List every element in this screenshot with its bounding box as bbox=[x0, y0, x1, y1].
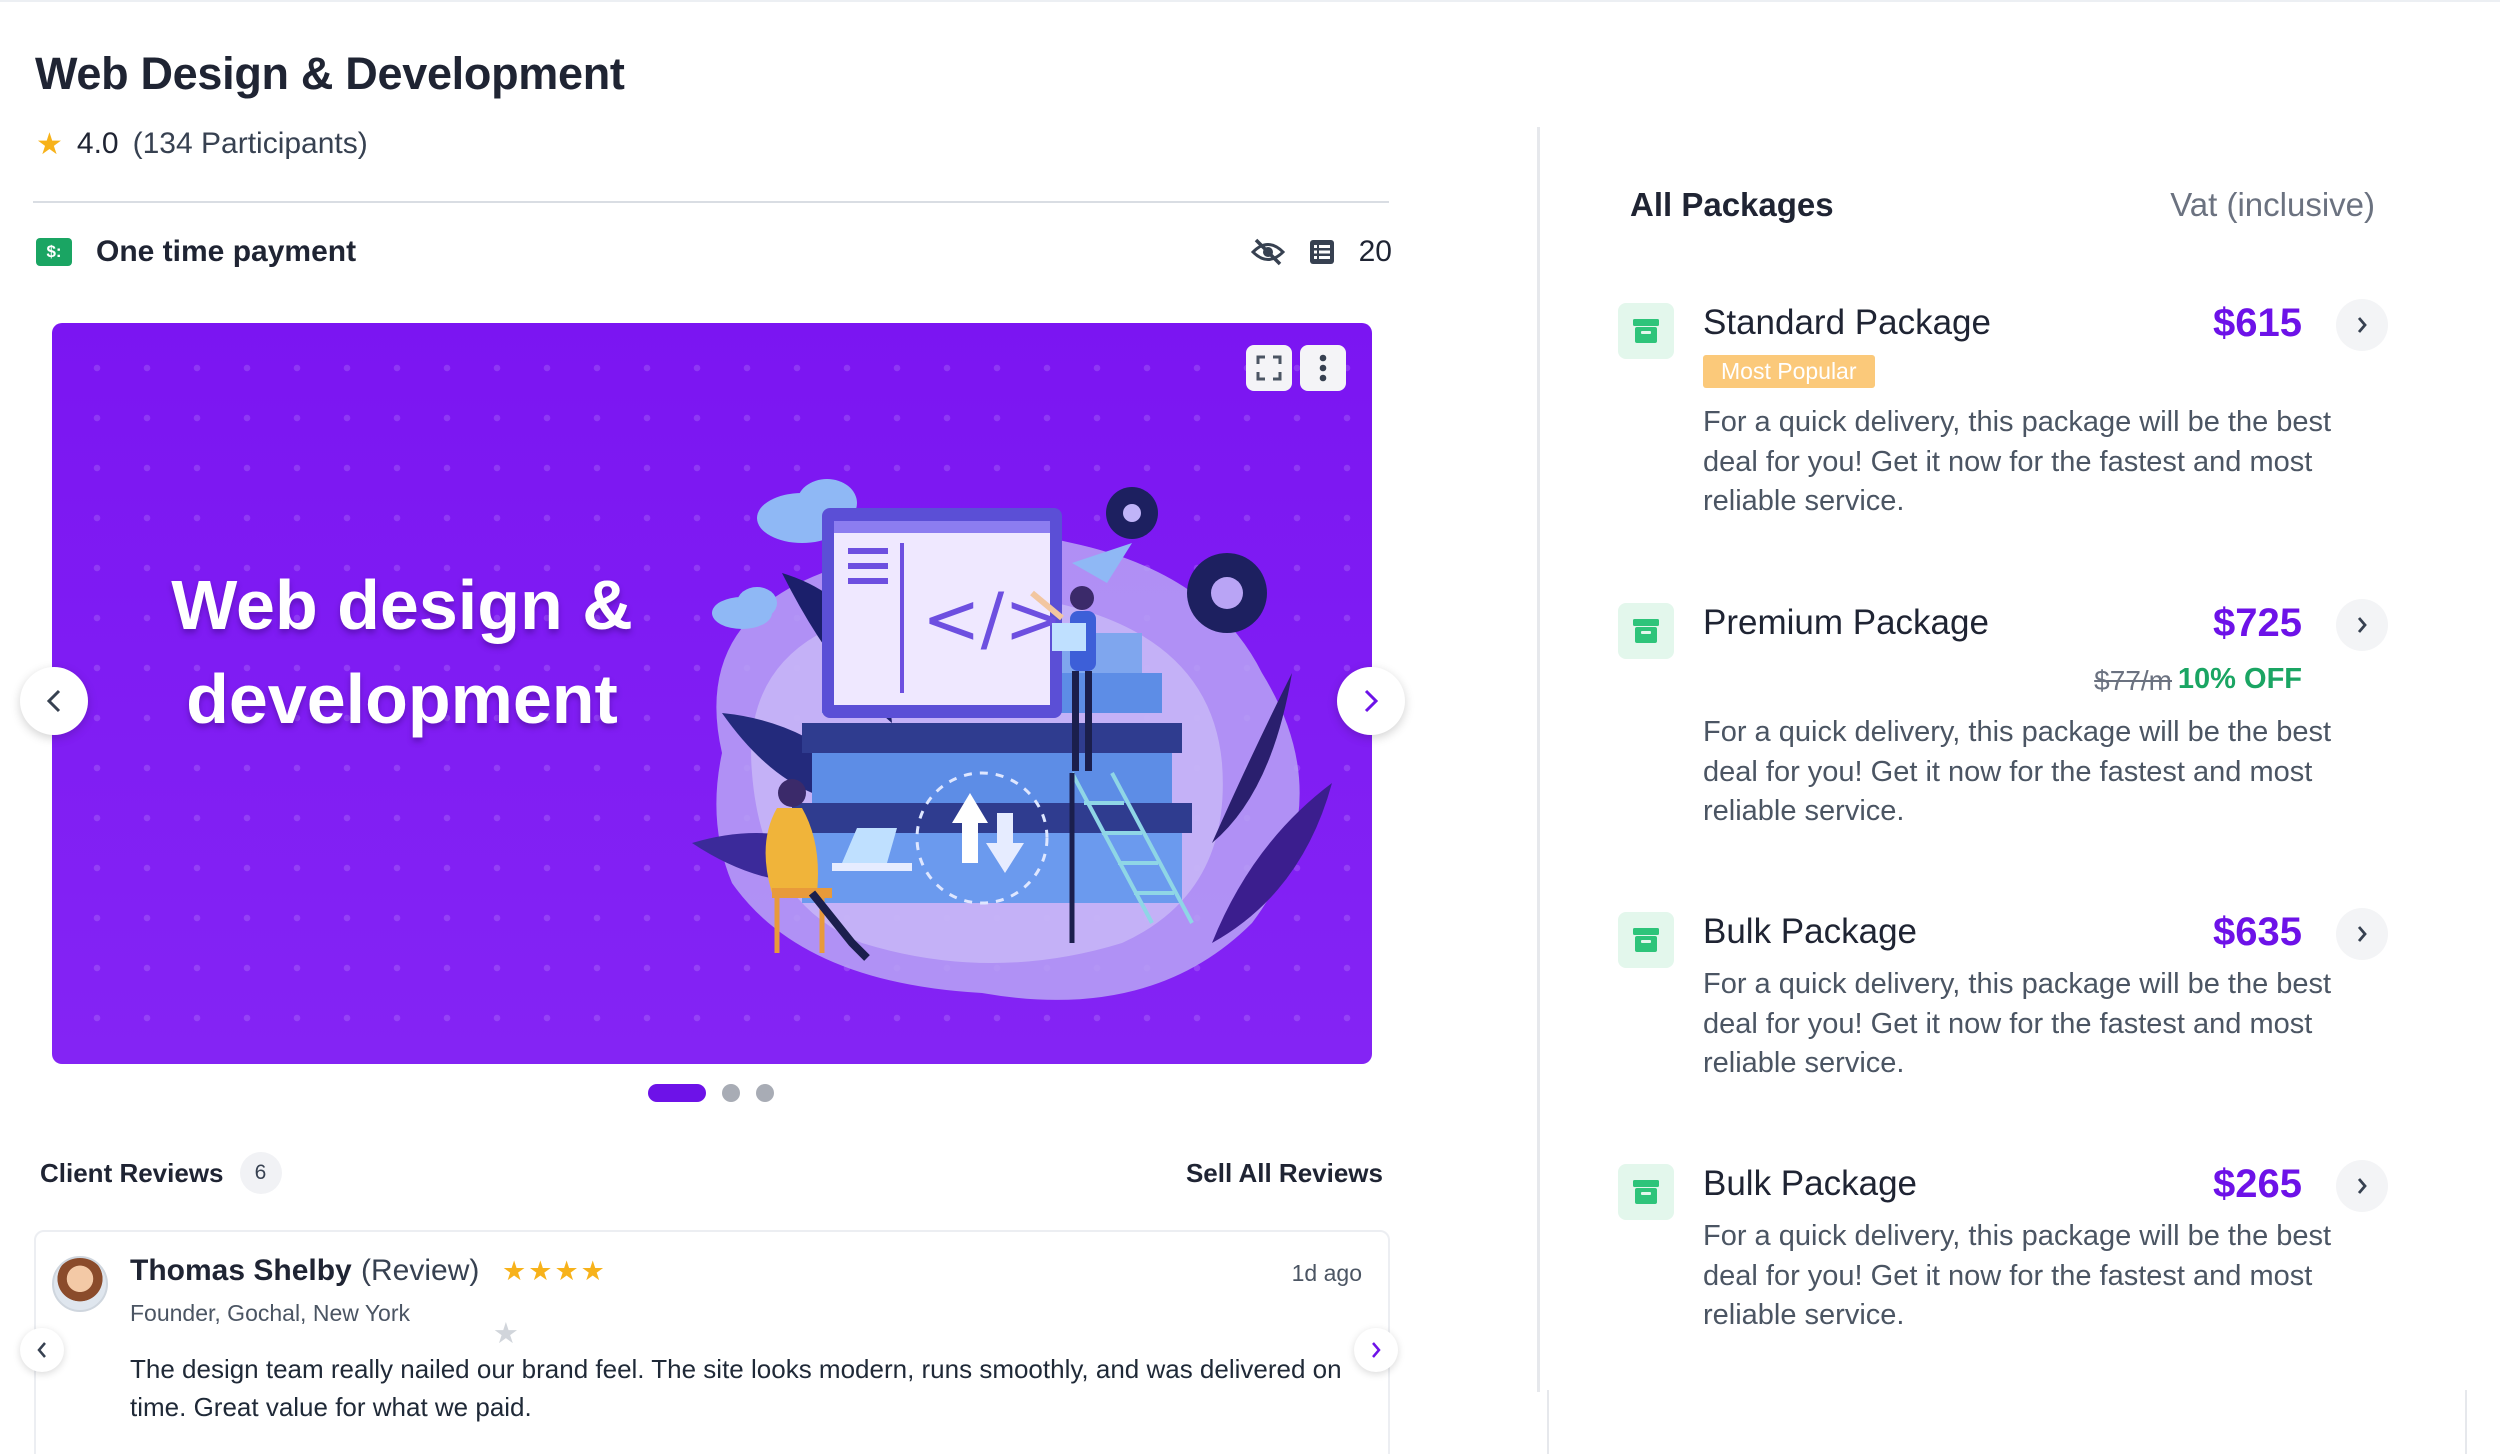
review-prev-button[interactable] bbox=[20, 1328, 64, 1372]
panel-bottom-border bbox=[1547, 1390, 2467, 1454]
reviewer-role: Founder, Gochal, New York bbox=[130, 1300, 410, 1326]
money-icon: $: bbox=[36, 238, 72, 266]
review-time: 1d ago bbox=[1291, 1260, 1362, 1286]
payment-meta: 20 bbox=[1250, 235, 1392, 269]
review-next-button[interactable] bbox=[1354, 1328, 1398, 1372]
star-icon: ★ bbox=[36, 127, 63, 161]
product-detail-panel: Web Design & Development ★ 4.0 (134 Part… bbox=[0, 0, 1530, 1454]
kebab-menu-icon bbox=[1319, 354, 1327, 382]
package-open-button[interactable] bbox=[2336, 908, 2388, 960]
banner-headline: Web design & development bbox=[162, 558, 642, 746]
chevron-right-icon bbox=[1372, 1342, 1381, 1358]
package-price: $635 bbox=[2213, 910, 2302, 954]
vat-label: Vat (inclusive) bbox=[2170, 186, 2375, 223]
package-description: For a quick delivery, this package will … bbox=[1703, 968, 2332, 1079]
package-card-bulk[interactable]: Bulk Package $635 For a quick delivery, … bbox=[1618, 908, 2388, 1092]
review-tag: (Review) bbox=[361, 1254, 480, 1287]
fullscreen-button[interactable] bbox=[1246, 345, 1292, 391]
package-open-button[interactable] bbox=[2336, 1160, 2388, 1212]
star-icon: ★ bbox=[554, 1256, 581, 1286]
chevron-right-icon bbox=[1364, 689, 1379, 713]
hidden-eye-icon[interactable] bbox=[1250, 237, 1285, 267]
page-title: Web Design & Development bbox=[35, 48, 625, 99]
payment-type-label: One time payment bbox=[96, 235, 357, 268]
package-name: Premium Package bbox=[1703, 603, 1989, 642]
package-description: For a quick delivery, this package will … bbox=[1703, 716, 2332, 827]
package-card-premium[interactable]: Premium Package $725 $77/m 10% OFF For a… bbox=[1618, 599, 2388, 833]
reviews-count-badge: 6 bbox=[239, 1152, 282, 1194]
chevron-right-icon bbox=[2357, 317, 2367, 333]
chevron-left-icon bbox=[46, 689, 61, 713]
package-price: $265 bbox=[2213, 1162, 2302, 1206]
package-price: $615 bbox=[2213, 301, 2302, 345]
review-card: Thomas Shelby (Review) ★★★★ ★ 1d ago Foun… bbox=[34, 1230, 1390, 1454]
rating-row: ★ 4.0 (134 Participants) bbox=[36, 124, 368, 164]
column-divider bbox=[1537, 127, 1540, 1392]
discount-label: 10% OFF bbox=[2177, 663, 2302, 695]
chevron-right-icon bbox=[2357, 617, 2367, 633]
package-price: $725 bbox=[2213, 601, 2302, 645]
pager-dot[interactable] bbox=[756, 1084, 774, 1102]
most-popular-badge: Most Popular bbox=[1703, 355, 1875, 388]
star-icon: ★ bbox=[502, 1256, 529, 1286]
reviews-title: Client Reviews bbox=[40, 1157, 224, 1188]
package-open-button[interactable] bbox=[2336, 299, 2388, 351]
carousel-prev-button[interactable] bbox=[20, 667, 88, 735]
packages-header: All Packages Vat (inclusive) bbox=[1630, 186, 2375, 224]
web-development-illustration: </> bbox=[692, 479, 1332, 1000]
more-options-button[interactable] bbox=[1300, 345, 1346, 391]
package-card-standard[interactable]: Standard Package $615 Most Popular For a… bbox=[1618, 299, 2388, 533]
avatar bbox=[52, 1256, 108, 1312]
carousel-next-button[interactable] bbox=[1337, 667, 1405, 735]
pager-dot[interactable] bbox=[722, 1084, 740, 1102]
reviews-header: Client Reviews 6 bbox=[40, 1152, 282, 1194]
star-icon: ★ bbox=[528, 1256, 555, 1286]
packages-heading: All Packages bbox=[1630, 186, 1834, 223]
package-name: Bulk Package bbox=[1703, 912, 1918, 951]
original-price: $77/m bbox=[2094, 665, 2172, 696]
chevron-left-icon bbox=[37, 1342, 46, 1358]
archive-icon bbox=[1618, 1164, 1674, 1220]
rating-score: 4.0 bbox=[76, 127, 119, 160]
pager-dot-active[interactable] bbox=[648, 1084, 706, 1102]
payment-row: $: One time payment 20 bbox=[36, 232, 1392, 272]
carousel-slide[interactable]: Web design & development </> bbox=[52, 323, 1372, 1064]
package-name: Standard Package bbox=[1703, 303, 1991, 342]
chevron-right-icon bbox=[2357, 926, 2367, 942]
archive-icon bbox=[1618, 303, 1674, 359]
package-open-button[interactable] bbox=[2336, 599, 2388, 651]
reviewer-name: Thomas Shelby bbox=[130, 1254, 352, 1287]
see-all-reviews-link[interactable]: Sell All Reviews bbox=[1186, 1158, 1383, 1189]
fullscreen-icon bbox=[1256, 355, 1282, 381]
divider bbox=[33, 201, 1389, 203]
review-text: The design team really nailed our brand … bbox=[130, 1354, 1342, 1422]
package-name: Bulk Package bbox=[1703, 1164, 1918, 1203]
participants-count: (134 Participants) bbox=[132, 127, 368, 160]
archive-icon bbox=[1618, 912, 1674, 968]
star-icon: ★ bbox=[580, 1256, 607, 1286]
star-empty-icon: ★ bbox=[492, 1318, 521, 1350]
list-icon bbox=[1309, 239, 1335, 265]
carousel-pagination bbox=[648, 1084, 774, 1102]
svg-text:</>: </> bbox=[922, 578, 1063, 660]
banner-headline-line2: development bbox=[186, 660, 618, 738]
package-description: For a quick delivery, this package will … bbox=[1703, 1220, 2332, 1331]
review-stars: ★★★★ ★ bbox=[493, 1256, 607, 1350]
chevron-right-icon bbox=[2357, 1178, 2367, 1194]
archive-icon bbox=[1618, 603, 1674, 659]
package-card-bulk-2[interactable]: Bulk Package $265 For a quick delivery, … bbox=[1618, 1160, 2388, 1344]
banner-headline-line1: Web design & bbox=[171, 566, 633, 644]
package-description: For a quick delivery, this package will … bbox=[1703, 406, 2332, 517]
item-count: 20 bbox=[1358, 235, 1392, 268]
